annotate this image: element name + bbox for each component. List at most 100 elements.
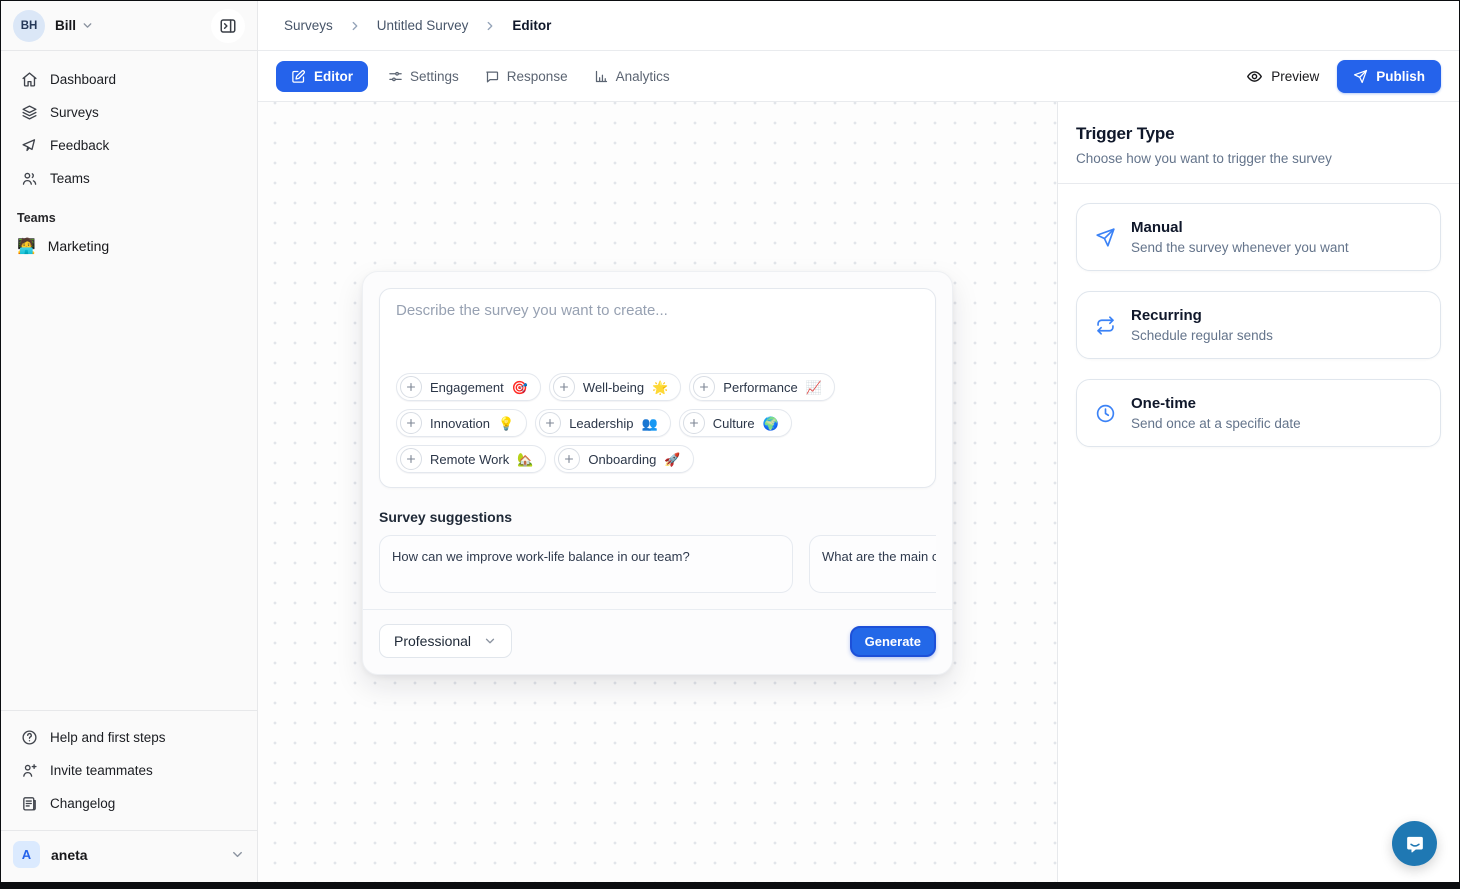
option-description: Schedule regular sends bbox=[1131, 328, 1273, 343]
tab-label: Analytics bbox=[616, 69, 670, 84]
sidebar-item-dashboard[interactable]: Dashboard bbox=[9, 63, 249, 96]
main-area: Surveys Untitled Survey Editor Editor Se… bbox=[258, 1, 1459, 882]
team-name: Marketing bbox=[48, 238, 109, 254]
option-title: One-time bbox=[1131, 395, 1301, 412]
tone-selected-value: Professional bbox=[394, 633, 471, 649]
chip-innovation[interactable]: Innovation 💡 bbox=[396, 409, 527, 437]
app-window: BH Bill Dashboard Surveys bbox=[1, 1, 1459, 882]
technologist-emoji-icon: 🧑‍💻 bbox=[17, 239, 36, 254]
tab-response[interactable]: Response bbox=[479, 61, 574, 92]
chat-launcher-button[interactable] bbox=[1392, 821, 1437, 866]
house-emoji-icon: 🏡 bbox=[517, 453, 533, 466]
pencil-square-icon bbox=[291, 69, 306, 84]
trigger-option-manual[interactable]: Manual Send the survey whenever you want bbox=[1076, 203, 1441, 271]
prompt-card: Engagement 🎯 Well-being 🌟 Performance bbox=[379, 288, 936, 488]
option-title: Recurring bbox=[1131, 307, 1273, 324]
globe-emoji-icon: 🌍 bbox=[763, 417, 779, 430]
chevron-right-icon bbox=[483, 19, 497, 33]
plus-icon bbox=[553, 376, 575, 398]
user-plus-icon bbox=[21, 762, 38, 779]
clock-icon bbox=[1095, 403, 1116, 424]
sidebar-item-label: Dashboard bbox=[50, 72, 116, 87]
send-icon bbox=[1353, 69, 1368, 84]
publish-label: Publish bbox=[1376, 69, 1425, 84]
rocket-emoji-icon: 🚀 bbox=[664, 453, 680, 466]
panel-subtitle: Choose how you want to trigger the surve… bbox=[1076, 151, 1441, 166]
composer-footer: Professional Generate bbox=[363, 609, 952, 660]
sliders-icon bbox=[388, 69, 403, 84]
sidebar-nav: Dashboard Surveys Feedback Teams bbox=[1, 51, 257, 199]
option-description: Send the survey whenever you want bbox=[1131, 240, 1349, 255]
suggestions-row: How can we improve work-life balance in … bbox=[379, 535, 936, 593]
chat-bubble-smile-icon bbox=[1404, 833, 1426, 855]
home-icon bbox=[21, 71, 38, 88]
tab-settings[interactable]: Settings bbox=[382, 61, 465, 92]
trigger-type-panel: Trigger Type Choose how you want to trig… bbox=[1057, 102, 1459, 882]
suggestion-card[interactable]: What are the main ob bbox=[809, 535, 936, 593]
repeat-icon bbox=[1095, 315, 1116, 336]
chevron-down-icon bbox=[81, 19, 94, 32]
toolbar-actions: Preview Publish bbox=[1246, 60, 1441, 93]
survey-prompt-input[interactable] bbox=[396, 302, 919, 365]
account-menu[interactable]: A aneta bbox=[1, 830, 257, 882]
sidebar-item-team-marketing[interactable]: 🧑‍💻 Marketing bbox=[1, 231, 257, 261]
collapse-sidebar-button[interactable] bbox=[211, 9, 245, 43]
sidebar-item-label: Help and first steps bbox=[50, 730, 166, 745]
chip-leadership[interactable]: Leadership 👥 bbox=[535, 409, 671, 437]
avatar: BH bbox=[13, 10, 45, 42]
chevron-right-icon bbox=[348, 19, 362, 33]
editor-canvas[interactable]: Engagement 🎯 Well-being 🌟 Performance bbox=[258, 102, 1057, 882]
editor-toolbar: Editor Settings Response Analytics Previ… bbox=[258, 51, 1459, 102]
chip-performance[interactable]: Performance 📈 bbox=[689, 373, 835, 401]
tab-editor[interactable]: Editor bbox=[276, 61, 368, 92]
chip-onboarding[interactable]: Onboarding 🚀 bbox=[554, 445, 693, 473]
sidebar-item-invite[interactable]: Invite teammates bbox=[9, 754, 249, 787]
preview-button[interactable]: Preview bbox=[1246, 68, 1319, 85]
sidebar-item-help[interactable]: Help and first steps bbox=[9, 721, 249, 754]
chevron-down-icon bbox=[230, 847, 245, 862]
sidebar-item-changelog[interactable]: Changelog bbox=[9, 787, 249, 820]
bulb-emoji-icon: 💡 bbox=[498, 417, 514, 430]
sidebar-item-feedback[interactable]: Feedback bbox=[9, 129, 249, 162]
tab-label: Settings bbox=[410, 69, 459, 84]
panel-title: Trigger Type bbox=[1076, 124, 1441, 144]
trigger-options: Manual Send the survey whenever you want… bbox=[1058, 184, 1459, 466]
sidebar-item-label: Teams bbox=[50, 171, 90, 186]
breadcrumb-untitled-survey[interactable]: Untitled Survey bbox=[377, 18, 469, 33]
option-title: Manual bbox=[1131, 219, 1349, 236]
plus-icon bbox=[400, 412, 422, 434]
layers-icon bbox=[21, 104, 38, 121]
sidebar: BH Bill Dashboard Surveys bbox=[1, 1, 258, 882]
chart-emoji-icon: 📈 bbox=[806, 381, 822, 394]
suggestions-title: Survey suggestions bbox=[379, 509, 936, 525]
trigger-option-one-time[interactable]: One-time Send once at a specific date bbox=[1076, 379, 1441, 447]
account-avatar: A bbox=[13, 841, 40, 868]
breadcrumb-editor: Editor bbox=[512, 18, 551, 33]
busts-emoji-icon: 👥 bbox=[642, 417, 658, 430]
users-icon bbox=[21, 170, 38, 187]
workspace-switcher[interactable]: BH Bill bbox=[1, 1, 257, 51]
teams-section-label: Teams bbox=[1, 199, 257, 231]
account-name: aneta bbox=[51, 847, 88, 863]
tab-analytics[interactable]: Analytics bbox=[588, 61, 676, 92]
breadcrumb-surveys[interactable]: Surveys bbox=[284, 18, 333, 33]
chip-culture[interactable]: Culture 🌍 bbox=[679, 409, 792, 437]
chip-well-being[interactable]: Well-being 🌟 bbox=[549, 373, 681, 401]
chip-engagement[interactable]: Engagement 🎯 bbox=[396, 373, 541, 401]
plus-icon bbox=[693, 376, 715, 398]
publish-button[interactable]: Publish bbox=[1337, 60, 1441, 93]
sidebar-item-label: Surveys bbox=[50, 105, 99, 120]
trigger-panel-header: Trigger Type Choose how you want to trig… bbox=[1058, 102, 1459, 184]
chip-remote-work[interactable]: Remote Work 🏡 bbox=[396, 445, 546, 473]
sidebar-item-teams[interactable]: Teams bbox=[9, 162, 249, 195]
sidebar-item-surveys[interactable]: Surveys bbox=[9, 96, 249, 129]
question-circle-icon bbox=[21, 729, 38, 746]
suggestion-card[interactable]: How can we improve work-life balance in … bbox=[379, 535, 793, 593]
sidebar-item-label: Invite teammates bbox=[50, 763, 153, 778]
chat-square-icon bbox=[485, 69, 500, 84]
tone-select[interactable]: Professional bbox=[379, 624, 512, 658]
topic-chips: Engagement 🎯 Well-being 🌟 Performance bbox=[396, 373, 919, 473]
dart-emoji-icon: 🎯 bbox=[512, 381, 528, 394]
trigger-option-recurring[interactable]: Recurring Schedule regular sends bbox=[1076, 291, 1441, 359]
generate-button[interactable]: Generate bbox=[850, 626, 936, 657]
